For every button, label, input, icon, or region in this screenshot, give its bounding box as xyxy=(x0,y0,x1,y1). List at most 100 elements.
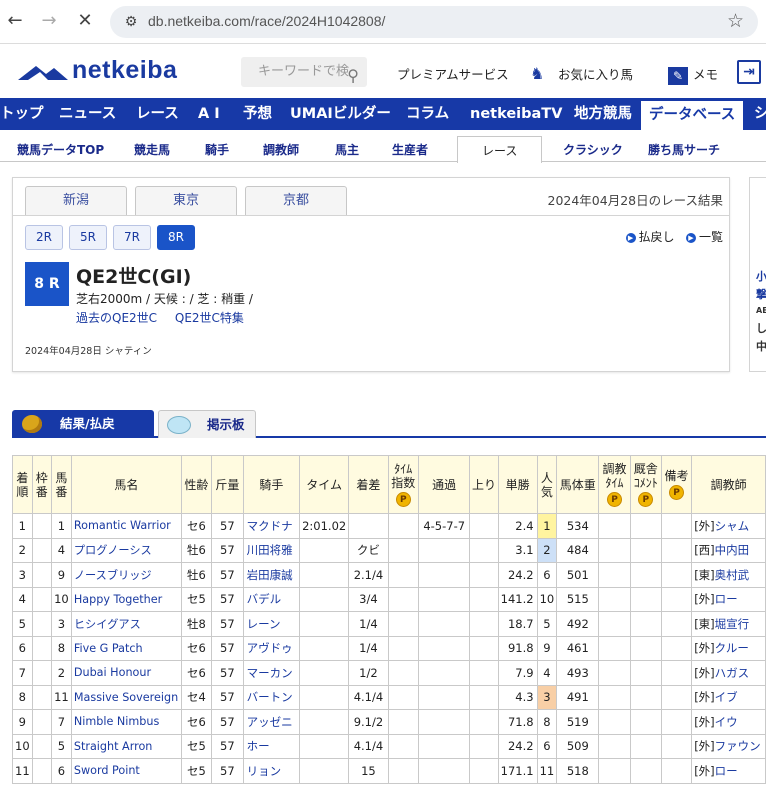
margin: クビ xyxy=(348,537,389,563)
address-bar[interactable]: ⚙ db.netkeiba.com/race/2024H1042808/ ☆ xyxy=(110,6,758,38)
win-odds: 71.8 xyxy=(497,709,538,735)
trainer-name[interactable]: ロー xyxy=(715,764,738,778)
trainer-name[interactable]: イウ xyxy=(715,715,738,729)
trainer-link[interactable]: [外]ロー xyxy=(691,586,766,612)
horse-name-link[interactable]: Dubai Honour xyxy=(70,660,182,686)
gnav-top[interactable]: トップ xyxy=(0,98,44,130)
memo-link[interactable]: ✎ メモ xyxy=(668,64,718,85)
snav-data-top[interactable]: 競馬データTOP xyxy=(17,141,104,158)
gnav-ai[interactable]: A I xyxy=(198,98,220,130)
favorites-link[interactable]: ♞ お気に入り馬 xyxy=(530,64,633,83)
premium-p-icon[interactable]: P xyxy=(669,485,685,500)
trainer-link[interactable]: [外]ハガス xyxy=(691,660,766,686)
jockey-link[interactable]: 川田将雅 xyxy=(242,537,301,563)
race-tab-7r[interactable]: 7R xyxy=(113,225,151,250)
trainer-link[interactable]: [西]中内田 xyxy=(691,537,766,563)
horse-name-link[interactable]: Nimble Nimbus xyxy=(70,709,182,735)
jockey-link[interactable]: レーン xyxy=(242,611,301,637)
gnav-race[interactable]: レース xyxy=(136,98,179,130)
snav-winner-search[interactable]: 勝ち馬サーチ xyxy=(648,141,720,158)
gnav-database[interactable]: データベース xyxy=(641,101,744,130)
site-settings-icon[interactable]: ⚙ xyxy=(120,12,142,32)
jockey-link[interactable]: マクドナ xyxy=(242,513,301,539)
gnav-local-racing[interactable]: 地方競馬 xyxy=(574,98,632,130)
snav-classic[interactable]: クラシック xyxy=(563,141,623,158)
header-text: 通過 xyxy=(432,477,457,492)
trainer-name[interactable]: クルー xyxy=(715,641,749,655)
jockey-link[interactable]: バートン xyxy=(242,684,301,710)
horse-name-link[interactable]: ノースブリッジ xyxy=(70,562,182,588)
side-ad[interactable]: 小 撃 AE し 中 xyxy=(749,177,766,372)
header-text: ﾀｲﾑ xyxy=(605,476,624,490)
race-tab-2r[interactable]: 2R xyxy=(25,225,63,250)
jockey-link[interactable]: マーカン xyxy=(242,660,301,686)
snav-trainers[interactable]: 調教師 xyxy=(263,141,299,158)
premium-p-icon[interactable]: P xyxy=(638,492,654,507)
horse-name-link[interactable]: プログノーシス xyxy=(70,537,182,563)
race-tab-5r[interactable]: 5R xyxy=(69,225,107,250)
trainer-link[interactable]: [外]シャム xyxy=(691,513,766,539)
login-icon[interactable]: ⇥ xyxy=(737,60,761,84)
premium-p-icon[interactable]: P xyxy=(607,492,623,507)
trainer-link[interactable]: [外]クルー xyxy=(691,635,766,661)
jockey-link[interactable]: ホー xyxy=(242,733,301,759)
venue-tab-kyoto[interactable]: 京都 xyxy=(245,186,347,216)
trainer-link[interactable]: [外]ロー xyxy=(691,758,766,784)
snav-owners[interactable]: 馬主 xyxy=(335,141,359,158)
horse-name-link[interactable]: Sword Point xyxy=(70,758,182,784)
gnav-prediction[interactable]: 予想 xyxy=(243,98,272,130)
trainer-name[interactable]: 奥村武 xyxy=(715,568,750,582)
jockey-link[interactable]: アッゼニ xyxy=(242,709,301,735)
gnav-column[interactable]: コラム xyxy=(406,98,449,130)
horse-name-link[interactable]: Happy Together xyxy=(70,586,182,612)
trainer-name[interactable]: ハガス xyxy=(715,666,750,680)
keyword-search-input[interactable]: キーワードで検 ⚲ xyxy=(241,57,367,87)
payout-link[interactable]: ▶ 払戻し xyxy=(625,230,675,244)
jockey-link[interactable]: バデル xyxy=(242,586,301,612)
premium-p-icon[interactable]: P xyxy=(395,492,411,507)
stop-loading-icon[interactable]: ✕ xyxy=(74,10,96,32)
snav-horses[interactable]: 競走馬 xyxy=(134,141,170,158)
horse-name-link[interactable]: Straight Arron xyxy=(70,733,182,759)
header-text: 番 xyxy=(35,484,48,499)
tab-result-payout[interactable]: 結果/払戻 xyxy=(12,410,154,438)
trainer-link[interactable]: [東]奥村武 xyxy=(691,562,766,588)
tab-board[interactable]: 掲示板 xyxy=(158,410,256,438)
snav-jockeys[interactable]: 騎手 xyxy=(205,141,229,158)
trainer-link[interactable]: [外]イウ xyxy=(691,709,766,735)
venue-tab-tokyo[interactable]: 東京 xyxy=(135,186,237,216)
gnav-news[interactable]: ニュース xyxy=(59,98,116,130)
bookmark-star-icon[interactable]: ☆ xyxy=(727,10,744,32)
gnav-more[interactable]: シ xyxy=(754,98,766,130)
back-arrow-icon[interactable]: ← xyxy=(4,10,26,32)
horse-name-link[interactable]: Romantic Warrior xyxy=(70,513,182,539)
snav-race[interactable]: レース xyxy=(457,136,543,163)
special-feature-link[interactable]: QE2世C特集 xyxy=(175,311,244,325)
horse-name-link[interactable]: ヒシイグアス xyxy=(70,611,182,637)
snav-breeders[interactable]: 生産者 xyxy=(392,141,428,158)
venue-tab-niigata[interactable]: 新潟 xyxy=(25,186,127,216)
premium-service-link[interactable]: プレミアムサービス xyxy=(397,64,509,83)
horse-name-link[interactable]: Five G Patch xyxy=(70,635,182,661)
gnav-umai-builder[interactable]: UMAIビルダー xyxy=(290,98,391,130)
trainer-name[interactable]: シャム xyxy=(715,519,750,533)
trainer-name[interactable]: ファウン xyxy=(715,739,761,753)
jockey-link[interactable]: アヴドゥ xyxy=(242,635,301,661)
trainer-name[interactable]: 堀宣行 xyxy=(715,617,750,631)
trainer-link[interactable]: [東]堀宣行 xyxy=(691,611,766,637)
jockey-link[interactable]: リョン xyxy=(242,758,301,784)
trainer-name[interactable]: 中内田 xyxy=(715,543,750,557)
gnav-netkeibatv[interactable]: netkeibaTV xyxy=(470,98,562,130)
search-icon[interactable]: ⚲ xyxy=(347,61,359,87)
list-link[interactable]: ▶ 一覧 xyxy=(685,230,723,244)
trainer-name[interactable]: ロー xyxy=(715,592,738,606)
trainer-name[interactable]: イブ xyxy=(715,690,738,704)
waku-number xyxy=(31,733,52,759)
past-race-link[interactable]: 過去のQE2世C xyxy=(76,311,157,325)
horse-name-link[interactable]: Massive Sovereign xyxy=(70,684,182,710)
jockey-link[interactable]: 岩田康誠 xyxy=(242,562,301,588)
forward-arrow-icon[interactable]: → xyxy=(38,10,60,32)
trainer-link[interactable]: [外]ファウン xyxy=(691,733,766,759)
trainer-link[interactable]: [外]イブ xyxy=(691,684,766,710)
race-tab-8r[interactable]: 8R xyxy=(157,225,195,250)
